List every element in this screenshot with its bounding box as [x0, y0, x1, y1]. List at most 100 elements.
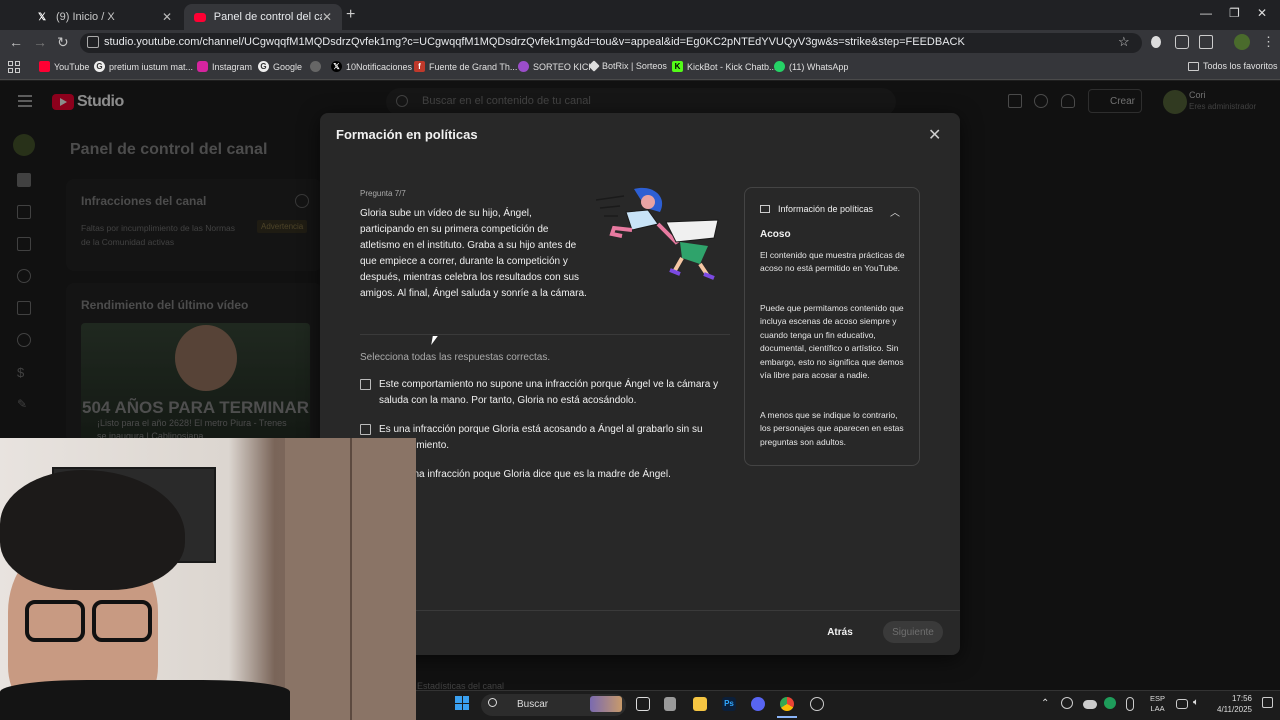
language-indicator[interactable]: ESP LAA — [1150, 694, 1165, 714]
policy-paragraph: Puede que permitamos contenido que inclu… — [760, 303, 904, 381]
bookmark-label: pretium iustum mat... — [109, 61, 194, 72]
close-window-icon[interactable]: ✕ — [1257, 6, 1267, 20]
clock-time: 17:56 — [1231, 694, 1252, 703]
tab-label: (9) Inicio / X — [56, 11, 115, 23]
bookmark-botrix[interactable]: BotRix | Sorteos — [588, 60, 667, 72]
all-bookmarks[interactable]: Todos los favoritos — [1188, 61, 1278, 71]
volume-icon[interactable]: 🔈︎ — [1193, 697, 1199, 708]
next-button[interactable]: Siguiente — [883, 621, 943, 643]
dialog-title: Formación en políticas — [336, 127, 478, 142]
bookmark-label: KickBot - Kick Chatb... — [687, 61, 777, 72]
sync-icon[interactable] — [1061, 697, 1073, 709]
bookmark-label: Instagram — [212, 61, 253, 72]
bookmark-pretium[interactable]: Gpretium iustum mat... — [94, 61, 193, 72]
search-icon — [488, 698, 497, 707]
close-icon[interactable]: ✕ — [928, 125, 941, 145]
bookmark-label: YouTube — [54, 61, 90, 72]
bookmark-youtube[interactable]: YouTube — [39, 61, 89, 72]
photoshop-icon[interactable]: Ps — [722, 697, 736, 711]
policy-info-title: Información de políticas — [778, 204, 874, 214]
answer-label: No es una infracción poque Gloria dice q… — [379, 469, 671, 480]
botrix-icon — [588, 60, 600, 72]
tray-app-icon[interactable] — [1104, 697, 1116, 709]
chevron-up-icon[interactable]: ︿ — [890, 204, 900, 219]
wardrobe-seam — [350, 438, 352, 720]
folder-icon — [1188, 61, 1199, 71]
site-info-icon[interactable] — [87, 36, 99, 48]
checkbox[interactable] — [360, 424, 371, 435]
extensions-icon[interactable] — [1199, 35, 1213, 49]
app-icon[interactable] — [810, 697, 824, 711]
close-tab-icon[interactable]: ✕ — [162, 10, 172, 24]
restore-icon[interactable]: ❐ — [1229, 6, 1240, 20]
globe-icon — [310, 61, 321, 72]
search-highlight-icon — [590, 696, 622, 712]
discord-icon[interactable] — [751, 697, 765, 711]
font-f-icon: f — [414, 61, 425, 72]
star-bookmark-icon[interactable]: ☆ — [1118, 34, 1130, 50]
bookmark-globe[interactable] — [310, 61, 325, 72]
taskbar-clock[interactable]: 17:56 4/11/2025 — [1210, 693, 1252, 715]
bookmark-notificaciones[interactable]: 𝕏 10Notificaciones — [331, 61, 412, 72]
browser-menu-icon[interactable]: ⋮ — [1262, 34, 1275, 50]
notifications-icon[interactable] — [1262, 697, 1273, 708]
tab-x-home[interactable]: 𝕏 (9) Inicio / X ✕ — [26, 4, 182, 30]
bookmark-label: Todos los favoritos — [1203, 61, 1278, 71]
youtube-favicon-icon — [194, 12, 206, 22]
bookmark-label: BotRix | Sorteos — [602, 61, 667, 71]
next-label: Siguiente — [892, 626, 934, 638]
bookmark-whatsapp[interactable]: (11) WhatsApp — [774, 61, 848, 72]
bookmark-instagram[interactable]: Instagram — [197, 61, 252, 72]
profile-avatar[interactable] — [1234, 34, 1250, 50]
bookmark-google[interactable]: G Google — [258, 61, 302, 72]
tab-studio-dashboard[interactable]: Panel de control del canal - Yo ✕ — [184, 4, 342, 30]
answer-option-1[interactable]: Este comportamiento no supone una infrac… — [360, 377, 722, 409]
network-icon[interactable] — [1176, 699, 1188, 709]
back-button[interactable]: Atrás — [820, 621, 860, 643]
extension-icon[interactable] — [1151, 36, 1161, 48]
policy-book-icon — [760, 205, 770, 213]
checkbox[interactable] — [360, 379, 371, 390]
bookmark-kickbot[interactable]: K KickBot - Kick Chatb... — [672, 61, 777, 72]
policy-paragraph: El contenido que muestra prácticas de ac… — [760, 250, 905, 274]
dialog-footer-divider — [320, 610, 960, 611]
x-logo-icon: 𝕏 — [331, 61, 342, 72]
microphone-icon[interactable] — [1126, 697, 1134, 711]
chrome-icon[interactable] — [780, 697, 794, 711]
reload-icon[interactable]: ↻ — [57, 34, 69, 51]
google-icon: G — [258, 61, 269, 72]
bookmark-label: (11) WhatsApp — [789, 61, 849, 72]
extension-puzzle-icon[interactable] — [1175, 35, 1189, 49]
windows-start-icon[interactable] — [455, 696, 469, 710]
back-label: Atrás — [827, 626, 853, 638]
instruction-text: Selecciona todas las respuestas correcta… — [360, 352, 551, 363]
policy-paragraph: A menos que se indique lo contrario, los… — [760, 410, 904, 447]
x-logo-icon: 𝕏 — [37, 11, 47, 23]
close-tab-icon[interactable]: ✕ — [322, 10, 332, 24]
tray-overflow-icon[interactable]: ⌃ — [1041, 698, 1049, 709]
bookmark-sorteo-kick[interactable]: SORTEO KICK — [518, 61, 594, 72]
bookmark-grand-theft[interactable]: f Fuente de Grand Th... — [414, 61, 517, 72]
bookmark-label: Google — [273, 61, 303, 72]
section-divider — [360, 334, 730, 335]
kickbot-icon: K — [672, 61, 683, 72]
apps-grid-icon[interactable] — [8, 61, 20, 73]
google-icon: G — [94, 61, 105, 72]
answer-label: Es una infracción porque Gloria está aco… — [379, 424, 703, 451]
forward-arrow-icon[interactable]: → — [33, 34, 47, 50]
address-bar[interactable]: studio.youtube.com/channel/UCgwqqfM1MQDs… — [80, 33, 1142, 53]
policy-info-header[interactable]: Información de políticas — [760, 204, 873, 214]
bookmark-label: Fuente de Grand Th... — [429, 61, 518, 72]
youtube-icon — [39, 61, 50, 72]
file-explorer-icon[interactable] — [693, 697, 707, 711]
language-code: ESP — [1150, 694, 1166, 703]
new-tab-icon[interactable]: + — [346, 6, 355, 24]
minimize-icon[interactable]: — — [1200, 6, 1212, 20]
app-icon[interactable] — [664, 697, 676, 711]
task-view-icon[interactable] — [636, 697, 650, 711]
onedrive-icon[interactable] — [1083, 700, 1097, 709]
back-arrow-icon[interactable]: ← — [9, 34, 23, 50]
webcam-person-shirt — [0, 680, 290, 720]
tab-label: Panel de control del canal - Yo — [213, 11, 322, 23]
whatsapp-icon — [774, 61, 785, 72]
